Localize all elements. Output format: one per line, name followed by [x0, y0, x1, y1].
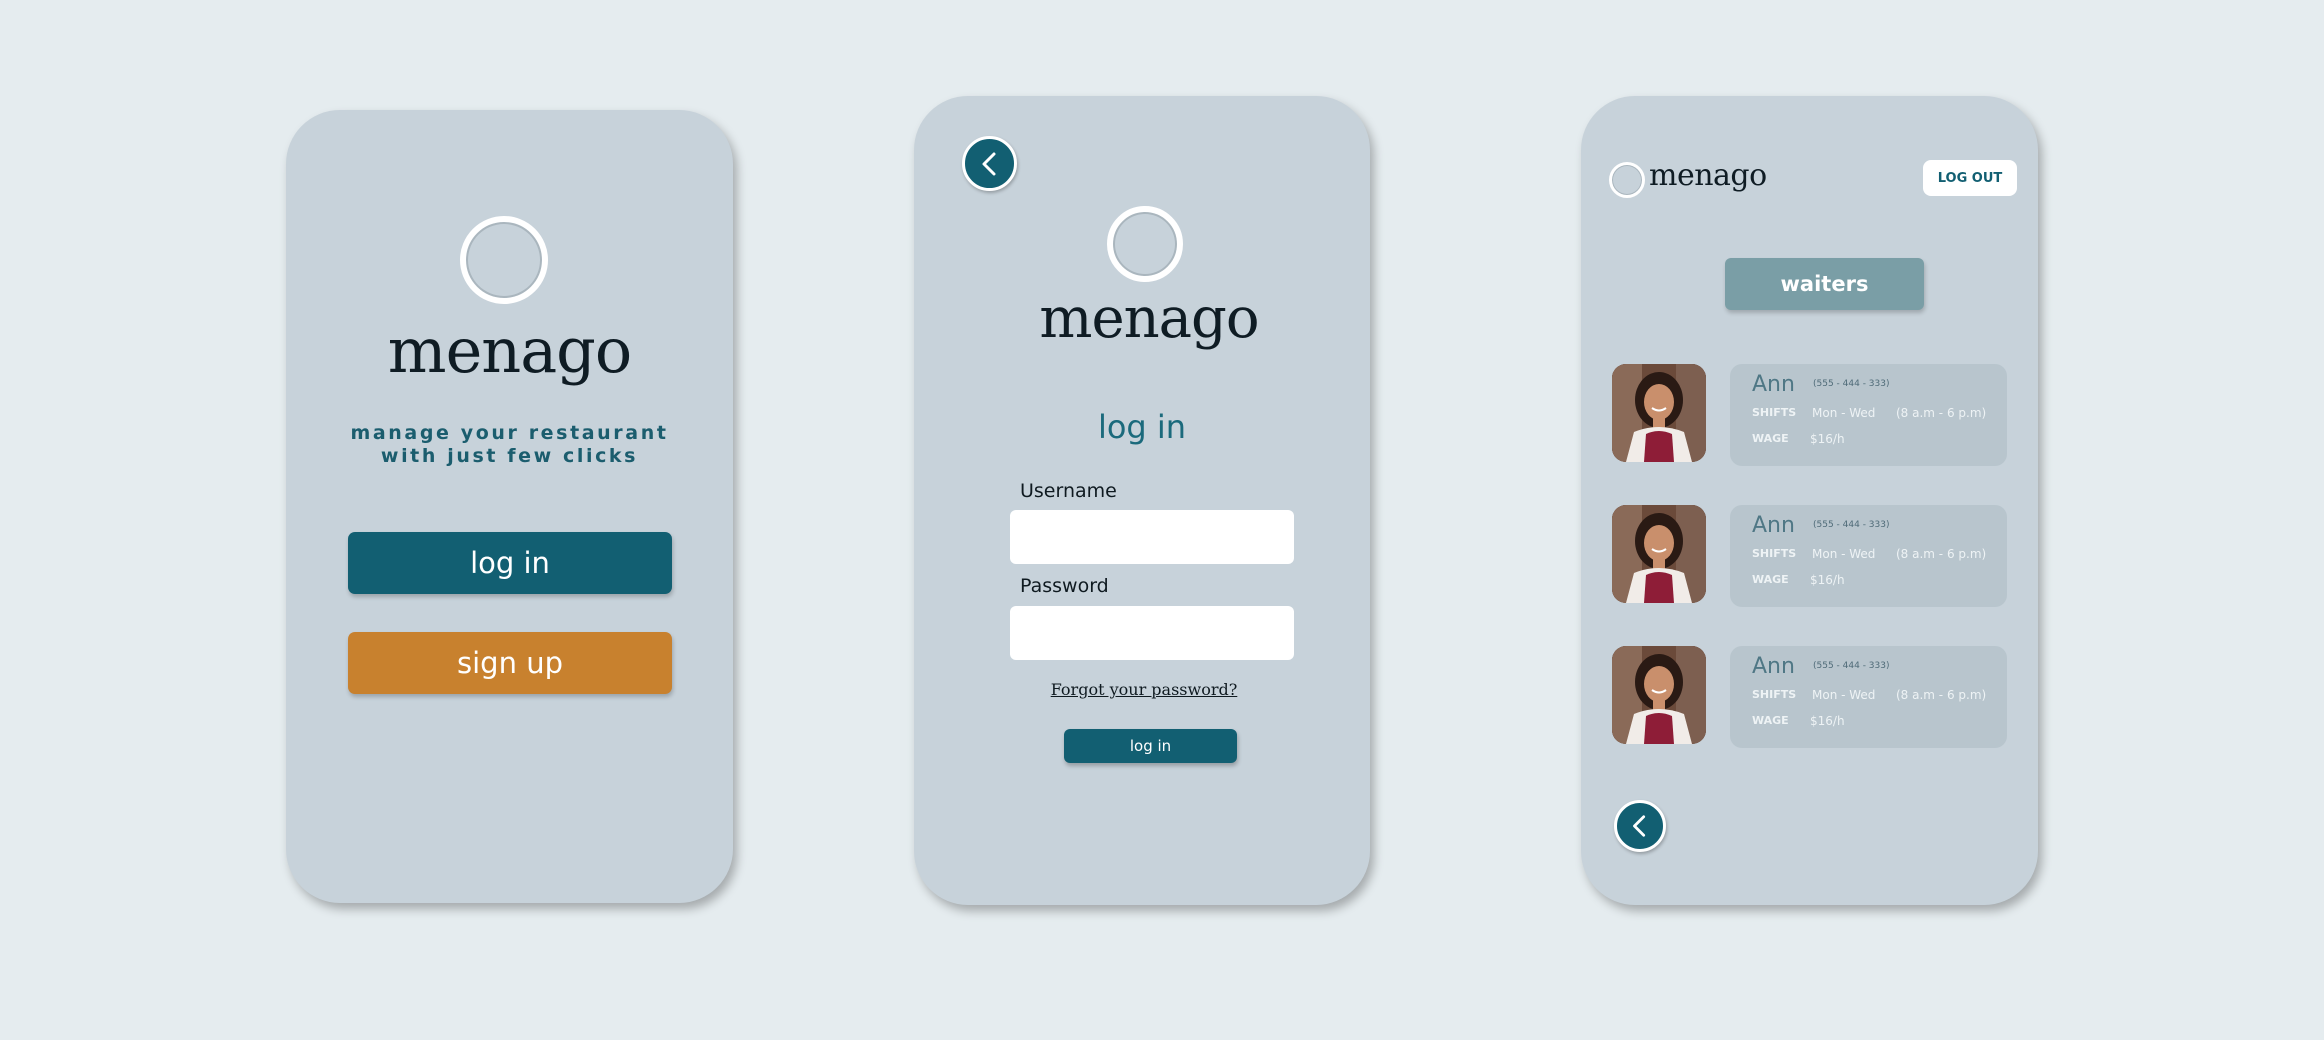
login-screen: menago log in Username Password Forgot y… — [914, 96, 1370, 905]
waiter-avatar — [1612, 505, 1706, 603]
back-button[interactable] — [962, 136, 1017, 191]
password-input[interactable] — [1010, 606, 1294, 660]
tagline-line-1: manage your restaurant — [350, 422, 669, 444]
username-input[interactable] — [1010, 510, 1294, 564]
waiter-row[interactable]: Ann (555 - 444 - 333) SHIFTS Mon - Wed (… — [1612, 646, 2008, 748]
waiter-avatar — [1612, 646, 1706, 744]
login-button[interactable]: log in — [348, 532, 672, 594]
brand-name: menago — [387, 314, 632, 387]
waiter-name: Ann — [1752, 654, 1795, 679]
wage-value: $16/h — [1810, 714, 1845, 728]
logo-circle-icon — [1609, 162, 1645, 198]
waiter-row[interactable]: Ann (555 - 444 - 333) SHIFTS Mon - Wed (… — [1612, 364, 2008, 466]
waiter-row[interactable]: Ann (555 - 444 - 333) SHIFTS Mon - Wed (… — [1612, 505, 2008, 607]
logo-circle-icon — [460, 216, 548, 304]
wage-label: WAGE — [1752, 573, 1789, 586]
waiters-screen: menago LOG OUT waiters Ann (555 - 444 - … — [1581, 96, 2038, 905]
shifts-days: Mon - Wed — [1812, 547, 1876, 561]
tagline: manage your restaurant with just few cli… — [286, 422, 733, 468]
password-label: Password — [1020, 575, 1109, 597]
waiter-card: Ann (555 - 444 - 333) SHIFTS Mon - Wed (… — [1730, 364, 2007, 466]
wage-label: WAGE — [1752, 432, 1789, 445]
shifts-label: SHIFTS — [1752, 406, 1797, 419]
login-submit-button[interactable]: log in — [1064, 729, 1237, 763]
back-button[interactable] — [1614, 800, 1666, 852]
chevron-left-icon — [982, 152, 995, 175]
signup-button[interactable]: sign up — [348, 632, 672, 694]
shifts-days: Mon - Wed — [1812, 406, 1876, 420]
username-label: Username — [1020, 480, 1117, 502]
tagline-line-2: with just few clicks — [380, 445, 639, 467]
chevron-left-icon — [1633, 815, 1646, 837]
shifts-label: SHIFTS — [1752, 688, 1797, 701]
waiter-photo-icon — [1612, 646, 1706, 744]
forgot-password-link[interactable]: Forgot your password? — [914, 680, 1374, 699]
shifts-days: Mon - Wed — [1812, 688, 1876, 702]
waiter-photo-icon — [1612, 505, 1706, 603]
waiter-phone: (555 - 444 - 333) — [1813, 379, 1890, 389]
shifts-label: SHIFTS — [1752, 547, 1797, 560]
waiter-name: Ann — [1752, 372, 1795, 397]
brand-name: menago — [1039, 286, 1259, 351]
waiter-card: Ann (555 - 444 - 333) SHIFTS Mon - Wed (… — [1730, 646, 2007, 748]
wage-label: WAGE — [1752, 714, 1789, 727]
logo-circle-icon — [1107, 206, 1183, 282]
waiter-phone: (555 - 444 - 333) — [1813, 661, 1890, 671]
logout-button[interactable]: LOG OUT — [1923, 160, 2017, 196]
shifts-hours: (8 a.m - 6 p.m) — [1896, 547, 1987, 561]
waiter-photo-icon — [1612, 364, 1706, 462]
brand-name: menago — [1649, 158, 1767, 193]
waiters-section-button[interactable]: waiters — [1725, 258, 1924, 310]
waiter-card: Ann (555 - 444 - 333) SHIFTS Mon - Wed (… — [1730, 505, 2007, 607]
welcome-screen: menago manage your restaurant with just … — [286, 110, 733, 903]
waiter-name: Ann — [1752, 513, 1795, 538]
waiter-avatar — [1612, 364, 1706, 462]
shifts-hours: (8 a.m - 6 p.m) — [1896, 406, 1987, 420]
wage-value: $16/h — [1810, 573, 1845, 587]
page-title: log in — [1097, 408, 1187, 446]
shifts-hours: (8 a.m - 6 p.m) — [1896, 688, 1987, 702]
wage-value: $16/h — [1810, 432, 1845, 446]
waiter-phone: (555 - 444 - 333) — [1813, 520, 1890, 530]
